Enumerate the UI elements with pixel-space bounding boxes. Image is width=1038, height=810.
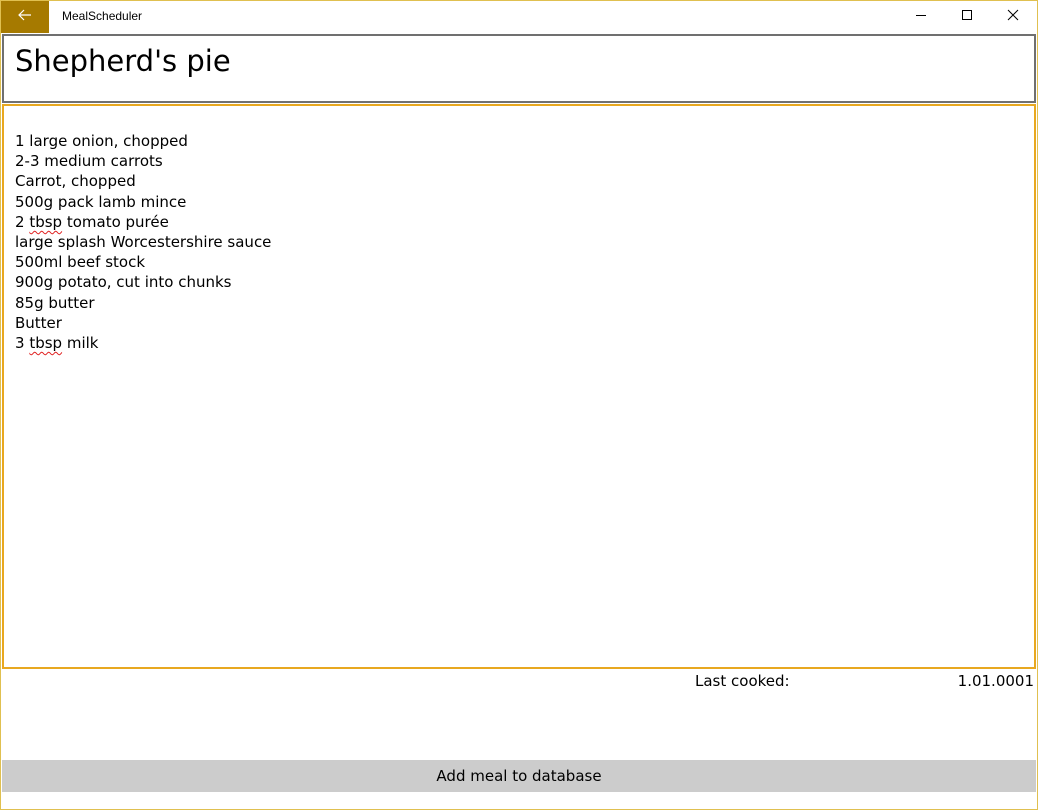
ingredients-list: 1 large onion, chopped 2-3 medium carrot…	[15, 131, 271, 353]
ingredient-line: Butter	[15, 313, 62, 332]
minimize-icon	[915, 8, 927, 26]
meal-title-field[interactable]: Shepherd's pie	[2, 34, 1036, 103]
ingredient-text: tomato purée	[62, 212, 169, 231]
maximize-icon	[961, 8, 973, 26]
ingredient-line: 2-3 medium carrots	[15, 152, 163, 171]
ingredient-line: 2 tbsp tomato purée	[15, 212, 271, 232]
ingredient-line: large splash Worcestershire sauce	[15, 232, 272, 251]
title-bar: MealScheduler	[1, 1, 1037, 33]
ingredient-line: 85g butter	[15, 293, 95, 312]
ingredient-line: 900g potato, cut into chunks	[15, 273, 232, 292]
back-button[interactable]	[1, 1, 49, 33]
app-title: MealScheduler	[62, 9, 143, 23]
add-meal-button-label: Add meal to database	[436, 767, 602, 785]
ingredient-line: 500ml beef stock	[15, 253, 146, 272]
arrow-left-icon	[18, 8, 32, 26]
maximize-button[interactable]	[944, 1, 990, 33]
spellcheck-flagged-word: tbsp	[29, 212, 63, 231]
app-window: MealScheduler Shepherd's pie 1 large oni…	[0, 0, 1038, 810]
minimize-button[interactable]	[898, 1, 944, 33]
add-meal-button[interactable]: Add meal to database	[2, 760, 1036, 792]
close-button[interactable]	[990, 1, 1036, 33]
ingredient-line: Carrot, chopped	[15, 172, 136, 191]
ingredient-text: 2	[15, 212, 30, 231]
last-cooked-label: Last cooked:	[695, 672, 790, 690]
last-cooked-value: 1.01.0001	[957, 672, 1034, 690]
ingredient-line: 3 tbsp milk	[15, 333, 271, 353]
ingredients-field[interactable]: 1 large onion, chopped 2-3 medium carrot…	[2, 104, 1036, 669]
ingredient-line: 1 large onion, chopped	[15, 132, 188, 150]
ingredient-line: 500g pack lamb mince	[15, 192, 187, 211]
ingredient-text: 3	[15, 333, 30, 352]
ingredient-text: milk	[62, 333, 99, 352]
spellcheck-flagged-word: tbsp	[29, 333, 63, 352]
meal-title-text: Shepherd's pie	[15, 44, 231, 78]
close-icon	[1007, 8, 1019, 26]
